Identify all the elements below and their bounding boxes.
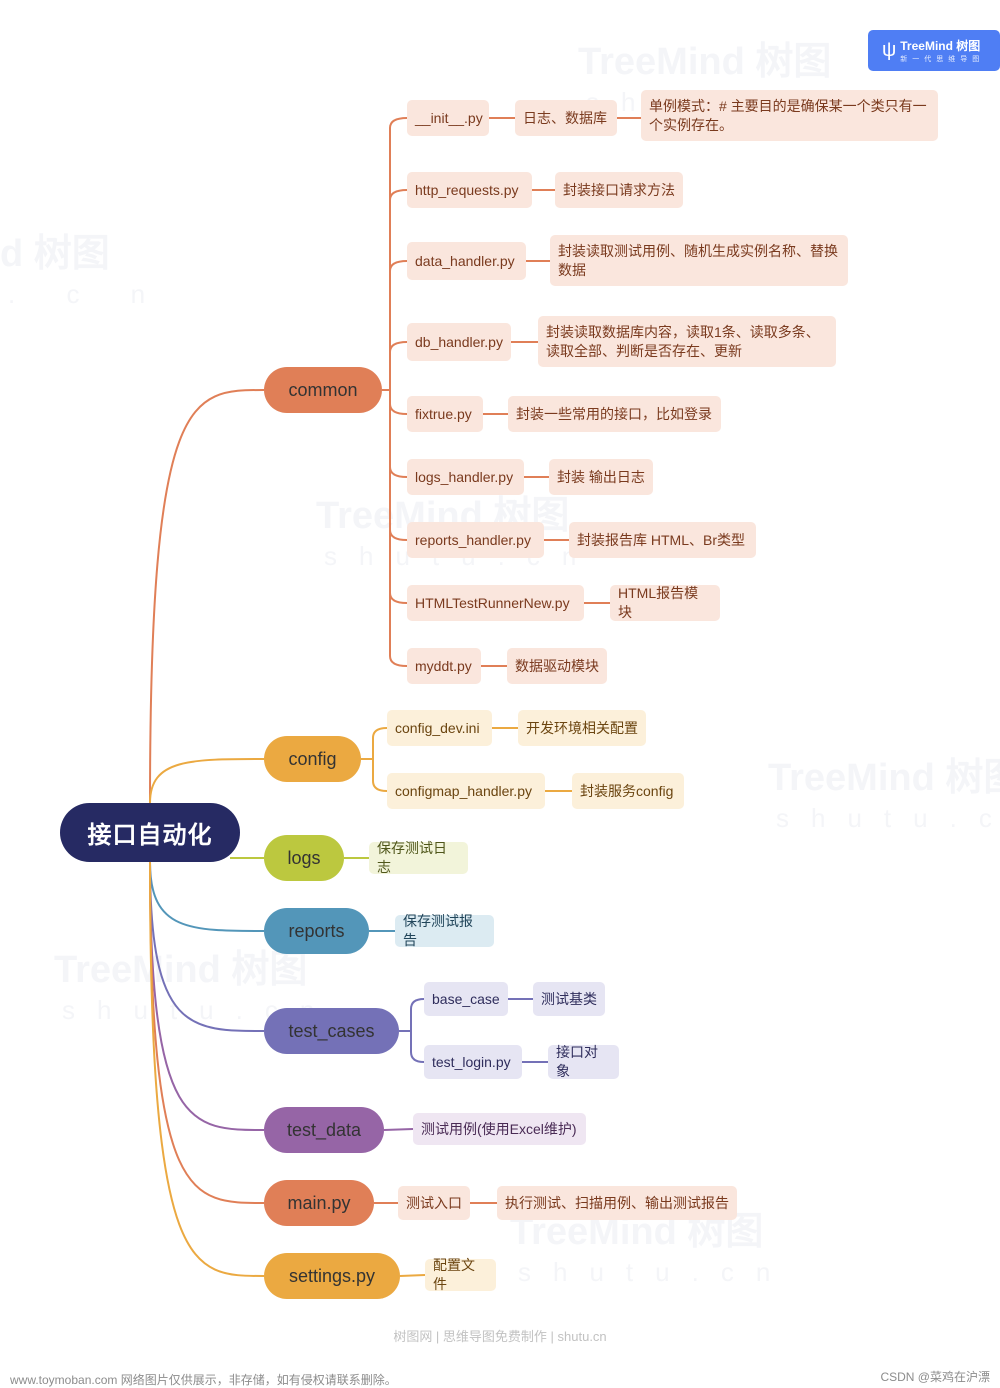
connector-line	[149, 861, 265, 932]
branch-node-main[interactable]: main.py	[264, 1180, 374, 1226]
child-node[interactable]: fixtrue.py	[407, 396, 483, 432]
detail-node[interactable]: HTML报告模块	[610, 585, 720, 621]
root-node[interactable]: 接口自动化	[60, 803, 240, 862]
child-node[interactable]: HTMLTestRunnerNew.py	[407, 585, 584, 621]
connector-line	[372, 759, 388, 792]
child-node[interactable]: data_handler.py	[407, 242, 526, 280]
detail-node[interactable]: 日志、数据库	[515, 100, 617, 136]
connector-line	[383, 1128, 414, 1131]
connector-line	[399, 1274, 426, 1277]
branch-node-reports[interactable]: reports	[264, 908, 369, 954]
connector-line	[149, 861, 265, 1204]
branch-node-settings[interactable]: settings.py	[264, 1253, 400, 1299]
child-node[interactable]: configmap_handler.py	[387, 773, 545, 809]
branch-node-test-data[interactable]: test_data	[264, 1107, 384, 1153]
child-node[interactable]: config_dev.ini	[387, 710, 492, 746]
connector-line	[410, 998, 425, 1031]
connector-line	[389, 260, 408, 390]
detail-node[interactable]: 执行测试、扫描用例、输出测试报告	[497, 1186, 737, 1220]
connector-line	[149, 861, 265, 1131]
connector-line	[410, 1031, 425, 1063]
child-node[interactable]: base_case	[424, 982, 508, 1016]
detail-node[interactable]: 测试基类	[533, 982, 605, 1016]
badge-tagline: 新一代思维导图	[900, 56, 985, 63]
connector-line	[149, 861, 265, 1032]
child-node[interactable]: myddt.py	[407, 648, 481, 684]
child-node[interactable]: db_handler.py	[407, 323, 511, 361]
branch-node-config[interactable]: config	[264, 736, 361, 782]
badge-brand: TreeMind 树图	[900, 39, 981, 53]
connector-line	[389, 390, 408, 478]
mindmap-canvas: TreeMind 树图shutu.cn d 树图. c n TreeMind 树…	[0, 0, 1000, 1388]
connector-lines	[149, 117, 641, 1277]
connector-line	[389, 390, 408, 415]
branch-node-logs[interactable]: logs	[264, 835, 344, 881]
detail-node[interactable]: 封装接口请求方法	[555, 172, 683, 208]
child-node[interactable]: test_login.py	[424, 1045, 522, 1079]
detail-node[interactable]: 接口对象	[548, 1044, 619, 1079]
child-node[interactable]: 配置文件	[425, 1257, 496, 1292]
connector-line	[389, 189, 408, 390]
connector-line	[389, 341, 408, 390]
footer-credit: 树图网 | 思维导图免费制作 | shutu.cn	[393, 1329, 607, 1344]
child-node[interactable]: 测试用例(使用Excel维护)	[413, 1113, 586, 1145]
detail-node[interactable]: 封装读取测试用例、随机生成实例名称、替换数据	[550, 235, 848, 286]
author-credit: CSDN @菜鸡在沪漂	[880, 1370, 990, 1384]
detail-node[interactable]: 封装服务config	[572, 773, 684, 809]
child-node[interactable]: 保存测试日志	[369, 840, 468, 875]
treemind-logo-icon: ψ	[882, 39, 897, 61]
detail-node[interactable]: 单例模式：# 主要目的是确保某一个类只有一个实例存在。	[641, 90, 938, 141]
child-node[interactable]: http_requests.py	[407, 172, 532, 208]
detail-node[interactable]: 封装读取数据库内容，读取1条、读取多条、读取全部、判断是否存在、更新	[538, 316, 836, 367]
connector-line	[389, 117, 408, 390]
connector-line	[372, 727, 388, 759]
source-notice: www.toymoban.com 网络图片仅供展示，非存储，如有侵权请联系删除。	[10, 1373, 397, 1387]
detail-node[interactable]: 封装报告库 HTML、Br类型	[569, 522, 756, 558]
child-node[interactable]: __init__.py	[407, 100, 489, 136]
child-node[interactable]: logs_handler.py	[407, 459, 524, 495]
connector-line	[149, 758, 265, 804]
branch-node-common[interactable]: common	[264, 367, 382, 413]
treemind-badge[interactable]: ψ TreeMind 树图 新一代思维导图	[868, 30, 1000, 71]
connector-line	[389, 390, 408, 667]
detail-node[interactable]: 开发环境相关配置	[518, 710, 646, 746]
branch-node-test-cases[interactable]: test_cases	[264, 1008, 399, 1054]
detail-node[interactable]: 数据驱动模块	[507, 648, 607, 684]
child-node[interactable]: reports_handler.py	[407, 522, 544, 558]
child-node[interactable]: 测试入口	[398, 1186, 470, 1220]
child-node[interactable]: 保存测试报告	[395, 913, 494, 948]
connector-line	[389, 390, 408, 604]
detail-node[interactable]: 封装一些常用的接口，比如登录	[508, 396, 721, 432]
detail-node[interactable]: 封装 输出日志	[549, 459, 653, 495]
connector-line	[149, 389, 265, 804]
